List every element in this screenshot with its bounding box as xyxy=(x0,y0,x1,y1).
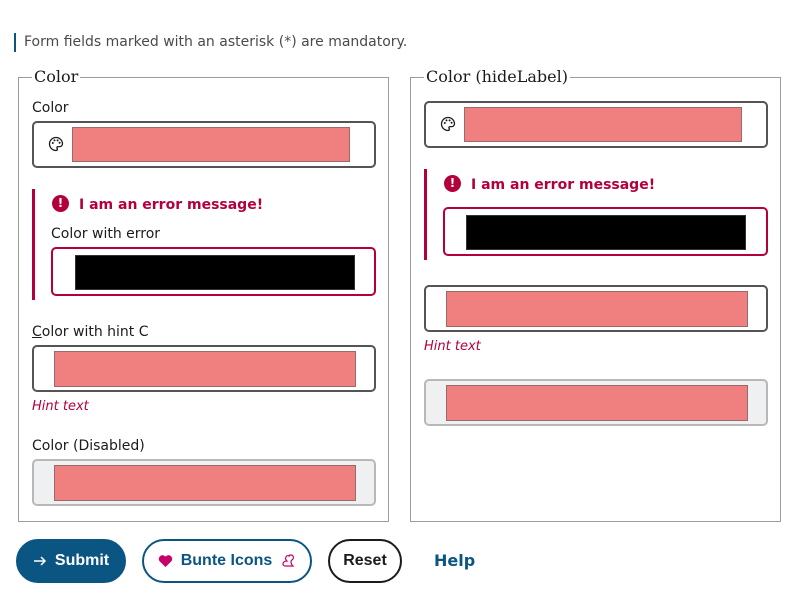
hint-text: Hint text xyxy=(424,339,481,354)
color-hint-label-rest: olor with hint C xyxy=(41,324,149,340)
color-input[interactable] xyxy=(32,121,376,168)
color-label: Color xyxy=(32,100,69,116)
color-error-swatch[interactable] xyxy=(466,215,746,250)
access-key-letter: C xyxy=(32,324,42,340)
error-bar xyxy=(424,169,427,260)
arrow-right-icon xyxy=(33,556,46,566)
color-hint-swatch[interactable] xyxy=(54,351,356,387)
color-hint-label: Color with hint C xyxy=(32,323,149,341)
palette-icon xyxy=(440,116,456,132)
color-disabled-input-hidelabel xyxy=(424,379,768,426)
exclamation-circle-icon: ! xyxy=(52,195,69,212)
color-disabled-swatch xyxy=(54,465,356,501)
color-disabled-input xyxy=(32,459,376,506)
submit-button[interactable]: Submit xyxy=(16,539,126,583)
heart-icon xyxy=(158,555,172,567)
mandatory-note: Form fields marked with an asterisk (*) … xyxy=(14,33,407,52)
reset-label: Reset xyxy=(343,552,387,569)
help-link[interactable]: Help xyxy=(434,552,475,570)
error-bar xyxy=(32,189,35,300)
fieldset-legend: Color xyxy=(32,67,81,87)
error-message: I am an error message! xyxy=(79,197,264,213)
color-hint-swatch[interactable] xyxy=(446,291,748,327)
color-error-label: Color with error xyxy=(51,226,161,242)
fieldset-legend: Color (hideLabel) xyxy=(424,67,570,87)
bunte-icons-button[interactable]: Bunte Icons xyxy=(142,539,312,583)
color-disabled-swatch xyxy=(446,385,748,421)
color-swatch[interactable] xyxy=(464,107,742,142)
color-disabled-label: Color (Disabled) xyxy=(32,438,145,454)
submit-label: Submit xyxy=(54,552,110,569)
error-message: I am an error message! xyxy=(471,177,656,193)
color-swatch[interactable] xyxy=(72,127,350,162)
reset-button[interactable]: Reset xyxy=(328,539,402,583)
palette-icon xyxy=(48,136,64,152)
squirrel-icon xyxy=(282,554,295,567)
hint-text: Hint text xyxy=(32,399,89,414)
color-error-input[interactable] xyxy=(51,247,376,296)
color-hint-input[interactable] xyxy=(32,345,376,392)
bunte-icons-label: Bunte Icons xyxy=(180,552,273,569)
color-error-swatch[interactable] xyxy=(75,255,355,290)
color-error-input-hidelabel[interactable] xyxy=(443,207,768,256)
color-input-hidelabel[interactable] xyxy=(424,101,768,148)
color-hint-input-hidelabel[interactable] xyxy=(424,285,768,332)
exclamation-circle-icon: ! xyxy=(444,175,461,192)
